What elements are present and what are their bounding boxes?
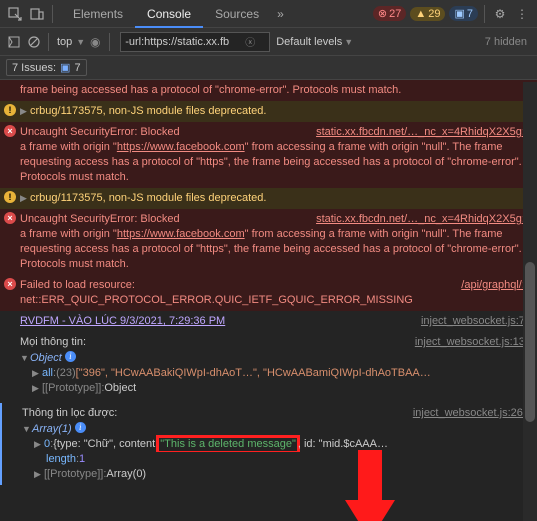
filter-input[interactable] — [125, 36, 245, 48]
error-icon: × — [4, 278, 16, 290]
hidden-count[interactable]: 7 hidden — [485, 36, 527, 48]
error-icon: × — [4, 125, 16, 137]
scrollbar[interactable] — [523, 82, 537, 521]
scrollbar-thumb[interactable] — [525, 262, 535, 422]
tabs-overflow[interactable]: » — [271, 0, 290, 28]
disclosure-icon[interactable]: ▶ — [20, 191, 28, 206]
disclosure-icon[interactable]: ▶ — [32, 381, 40, 396]
disclosure-icon[interactable]: ▼ — [20, 351, 28, 366]
issues-badge[interactable]: ▣7 — [449, 6, 478, 21]
source-link[interactable]: static.xx.fbcdn.net/…_nc_x=4RhidqX2X5g:6 — [316, 125, 531, 140]
source-link[interactable]: inject_websocket.js:71 — [421, 314, 531, 329]
issues-message-icon: ▣ — [60, 61, 70, 74]
array-property-row[interactable]: ▶ [[Prototype]]: Array(0) — [0, 467, 537, 485]
disclosure-icon[interactable]: ▼ — [22, 422, 30, 437]
error-badge[interactable]: ⊗27 — [373, 6, 406, 21]
disclosure-icon[interactable]: ▶ — [32, 366, 40, 381]
eye-icon[interactable]: ◉ — [85, 32, 105, 52]
clear-console-icon[interactable] — [24, 32, 44, 52]
settings-icon[interactable]: ⚙ — [489, 7, 511, 21]
tab-sources[interactable]: Sources — [203, 0, 271, 28]
error-icon: × — [4, 212, 16, 224]
issues-box[interactable]: 7 Issues: ▣ 7 — [6, 59, 87, 76]
object-property-row[interactable]: ▶ all: (23) ["396", "HCwAABakiQIWpI-dhAo… — [0, 366, 537, 381]
highlighted-message: "This is a deleted message" — [158, 437, 298, 452]
divider — [52, 5, 53, 23]
info-icon[interactable]: i — [75, 422, 86, 433]
console-log-row[interactable]: Mọi thông tin: inject_websocket.js:131 — [0, 332, 537, 351]
tab-console[interactable]: Console — [135, 0, 203, 28]
divider — [48, 33, 49, 51]
object-property-row[interactable]: ▶ [[Prototype]]: Object — [0, 381, 537, 399]
disclosure-icon[interactable]: ▶ — [34, 467, 42, 482]
device-icon[interactable] — [26, 3, 48, 25]
console-log-row[interactable]: RVDFM - VÀO LÚC 9/3/2021, 7:29:36 PM inj… — [0, 311, 537, 332]
console-error-row[interactable]: × Failed to load resource: net::ERR_QUIC… — [0, 275, 537, 311]
disclosure-icon[interactable]: ▶ — [34, 437, 42, 452]
context-dropdown-icon[interactable]: ▼ — [76, 37, 85, 47]
console-error-row[interactable]: × Uncaught SecurityError: Blocked static… — [0, 122, 537, 188]
divider — [484, 5, 485, 23]
filter-box[interactable]: ⓧ — [120, 32, 270, 52]
console-warning-row[interactable]: ▶ crbug/1173575, non-JS module files dep… — [0, 188, 537, 209]
origin-link[interactable]: https://www.facebook.com — [117, 228, 245, 240]
warning-icon — [4, 191, 16, 203]
origin-link[interactable]: https://www.facebook.com — [117, 141, 245, 153]
object-row[interactable]: ▼ Object i — [0, 351, 537, 366]
array-property-row[interactable]: length: 1 — [0, 452, 537, 467]
warning-badge[interactable]: ▲29 — [410, 7, 445, 21]
warning-icon — [4, 104, 16, 116]
context-selector[interactable]: top — [53, 36, 76, 48]
inspect-icon[interactable] — [4, 3, 26, 25]
console-warning-row[interactable]: ▶ crbug/1173575, non-JS module files dep… — [0, 101, 537, 122]
divider — [109, 33, 110, 51]
source-link[interactable]: /api/graphql/:1 — [461, 278, 531, 293]
array-item-row[interactable]: ▶ 0: {type: "Chữ", content: "This is a d… — [0, 437, 537, 452]
sidebar-toggle-icon[interactable] — [4, 32, 24, 52]
source-link[interactable]: static.xx.fbcdn.net/…_nc_x=4RhidqX2X5g:6 — [316, 212, 531, 227]
levels-dropdown-icon[interactable]: ▼ — [344, 37, 353, 47]
tab-elements[interactable]: Elements — [61, 0, 135, 28]
console-error-row[interactable]: × Uncaught SecurityError: Blocked static… — [0, 209, 537, 275]
source-link[interactable]: inject_websocket.js:269 — [413, 406, 529, 421]
source-link[interactable]: inject_websocket.js:131 — [415, 335, 531, 350]
array-row[interactable]: ▼ Array(1) i — [0, 422, 537, 437]
levels-selector[interactable]: Default levels — [276, 36, 342, 48]
info-icon[interactable]: i — [65, 351, 76, 362]
clear-filter-icon[interactable]: ⓧ — [245, 34, 255, 49]
more-icon[interactable]: ⋮ — [511, 7, 533, 21]
console-error-row[interactable]: frame being accessed has a protocol of "… — [0, 80, 537, 101]
disclosure-icon[interactable]: ▶ — [20, 104, 28, 119]
